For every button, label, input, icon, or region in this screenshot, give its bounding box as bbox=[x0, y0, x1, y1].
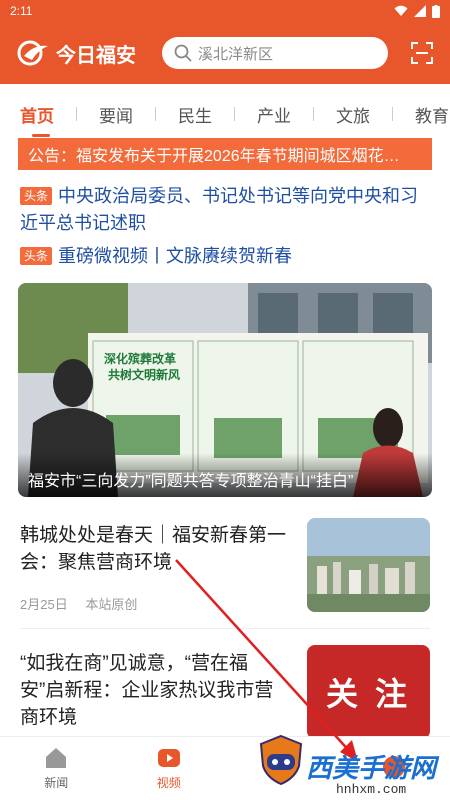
watermark: 西美手游网 hnhxm.com bbox=[250, 744, 450, 800]
annotation-arrow-icon bbox=[175, 559, 358, 762]
watermark-url: hnhxm.com bbox=[336, 782, 407, 797]
watermark-text: 西美手游网 bbox=[306, 753, 437, 783]
